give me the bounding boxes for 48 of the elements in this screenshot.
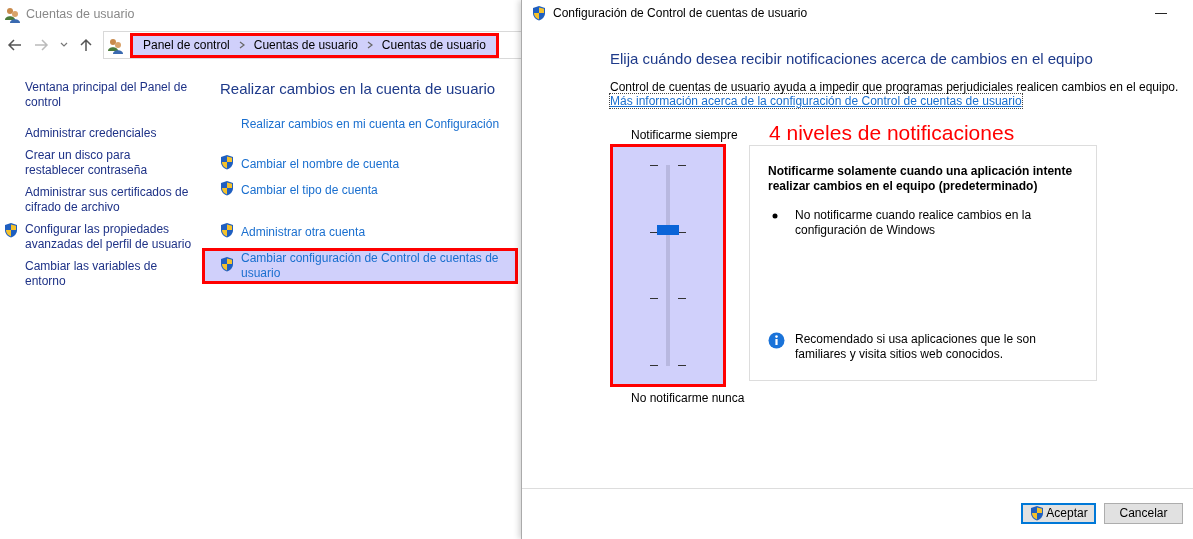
info-icon bbox=[768, 332, 785, 349]
task-link[interactable]: Cambiar el tipo de cuenta bbox=[241, 182, 378, 198]
users-icon bbox=[4, 5, 21, 23]
sidebar-link[interactable]: Crear un disco para restablecer contraseña bbox=[25, 148, 193, 178]
bullet-text: No notificarme cuando realice cambios en la configuración de Windows bbox=[795, 208, 1033, 238]
sidebar-link[interactable]: Administrar sus certificados de cifrado de archivo bbox=[25, 185, 193, 215]
minimize-button[interactable]: — bbox=[1155, 6, 1167, 20]
section-heading: Realizar cambios en la cuenta de usuario bbox=[220, 80, 497, 97]
tick-mark bbox=[678, 231, 686, 233]
task-link[interactable]: Cambiar el nombre de cuenta bbox=[241, 156, 400, 172]
bullet-icon bbox=[772, 213, 778, 219]
dialog-button[interactable]: Aceptar bbox=[1021, 502, 1096, 524]
description-text: Control de cuentas de usuario ayuda a impedir que programas perjudiciales realicen cambios en el equipo. bbox=[610, 80, 1180, 94]
tick-mark bbox=[650, 231, 658, 233]
tick-mark bbox=[650, 165, 658, 166]
address-bar[interactable]: Panel de control Cuentas de usuario Cuentas de usuario bbox=[103, 31, 521, 59]
tick-mark bbox=[650, 364, 658, 366]
sidebar-link[interactable]: Ventana principal del Panel de control bbox=[25, 80, 193, 110]
tick-mark bbox=[678, 165, 686, 166]
forward-arrow-icon bbox=[33, 38, 49, 52]
note-text: Recomendado si usa aplicaciones que le son familiares y visita sitios web conocidos. bbox=[795, 332, 1037, 362]
dialog-button[interactable]: Cancelar bbox=[1104, 502, 1183, 524]
help-link[interactable]: Más información acerca de la configuración de Control de cuentas de usuario bbox=[610, 94, 1022, 108]
window-title: Configuración de Control de cuentas de usuario bbox=[553, 6, 809, 20]
info-title: Notificarme solamente cuando una aplicación intente realizar cambios en el equipo (predeterminado) bbox=[768, 164, 1074, 194]
chevron-right-icon bbox=[237, 40, 246, 50]
slider-label: No notificarme nunca bbox=[630, 391, 746, 405]
tick-mark bbox=[678, 298, 686, 300]
breadcrumb-item[interactable]: Cuentas de usuario bbox=[253, 38, 358, 52]
window-title: Cuentas de usuario bbox=[26, 7, 135, 21]
chevron-right-icon bbox=[365, 40, 374, 50]
sidebar-link[interactable]: Administrar credenciales bbox=[25, 126, 193, 141]
slider-thumb[interactable] bbox=[657, 224, 679, 235]
shield-icon bbox=[531, 4, 547, 22]
breadcrumb-item[interactable]: Cuentas de usuario bbox=[381, 38, 486, 52]
back-arrow-icon bbox=[7, 38, 23, 52]
task-link[interactable]: Administrar otra cuenta bbox=[241, 224, 366, 240]
dialog-heading: Elija cuándo desea recibir notificaciones acerca de cambios en el equipo bbox=[610, 50, 1094, 67]
annotation-text: 4 niveles de notificaciones bbox=[769, 122, 1016, 141]
users-icon bbox=[107, 36, 124, 54]
sidebar-link[interactable]: Cambiar las variables de entorno bbox=[25, 259, 193, 289]
tick-mark bbox=[650, 298, 658, 300]
slider-label: Notificarme siempre bbox=[630, 128, 739, 142]
tick-mark bbox=[678, 364, 686, 366]
up-arrow-icon bbox=[79, 38, 93, 52]
breadcrumb-item[interactable]: Panel de control bbox=[143, 38, 230, 52]
task-link[interactable]: Realizar cambios en mi cuenta en Configuración bbox=[241, 117, 500, 132]
sidebar-link[interactable]: Configurar las propiedades avanzadas del perfil de usuario bbox=[25, 222, 193, 252]
